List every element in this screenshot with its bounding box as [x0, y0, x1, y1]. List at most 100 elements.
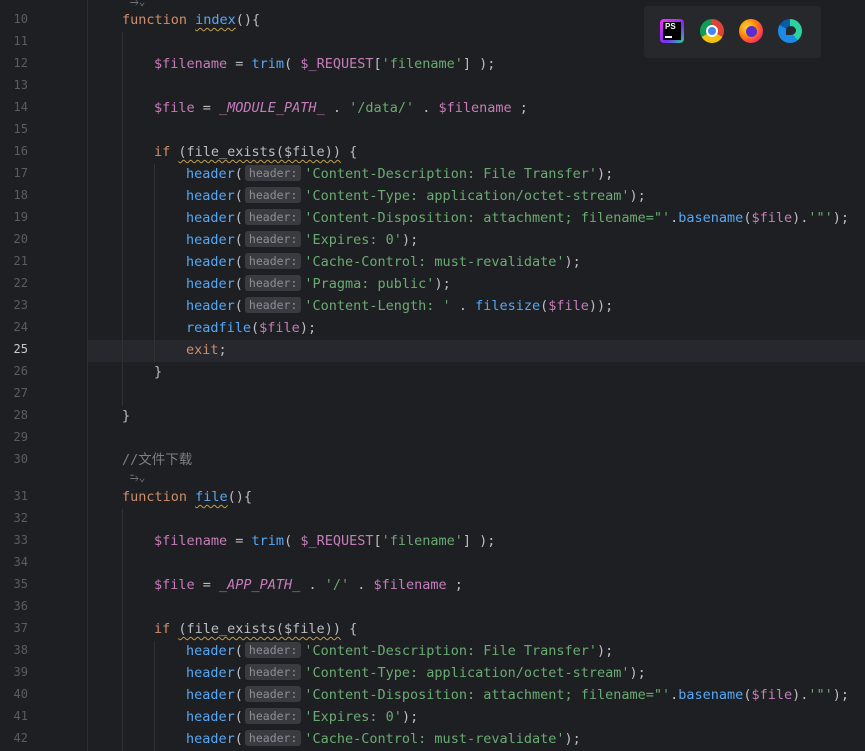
code-token: ( — [234, 709, 243, 725]
code-line[interactable]: function file(){ — [122, 486, 252, 508]
parameter-hint: header: — [244, 664, 302, 680]
code-line[interactable]: exit; — [186, 339, 227, 361]
code-token: header — [186, 232, 235, 248]
code-token: header — [186, 731, 235, 747]
code-token: = — [194, 577, 220, 593]
code-token: $_REQUEST — [300, 56, 374, 72]
line-number: 30 — [13, 452, 28, 466]
gutter-separator — [87, 0, 88, 751]
code-token: ( — [251, 320, 260, 336]
line-number: 42 — [13, 731, 28, 745]
code-lens-icon[interactable]: ⥲⌄ — [130, 472, 145, 484]
line-number: 39 — [13, 665, 28, 679]
code-token: 'Pragma: public' — [304, 276, 435, 292]
code-token: 'Content-Type: application/octet-stream' — [304, 665, 630, 681]
code-line[interactable]: header(header: 'Content-Description: File… — [186, 163, 613, 185]
code-line[interactable]: function index(){ — [122, 9, 260, 31]
code-line[interactable]: header(header: 'Cache-Control: must-reval… — [186, 251, 581, 273]
code-token: $file — [548, 298, 589, 314]
code-token: } — [154, 364, 163, 380]
code-token: ; — [446, 577, 463, 593]
code-token: $_REQUEST — [300, 533, 374, 549]
parameter-hint: header: — [244, 231, 302, 247]
line-number: 31 — [13, 489, 28, 503]
parameter-hint: header: — [244, 708, 302, 724]
indent-guide — [154, 164, 155, 362]
code-token: ( — [234, 665, 243, 681]
code-line[interactable]: header(header: 'Content-Type: application… — [186, 185, 646, 207]
code-line[interactable]: header(header: 'Content-Disposition: atta… — [186, 684, 849, 706]
edge-icon[interactable] — [778, 19, 802, 43]
code-line[interactable]: readfile($file); — [186, 317, 316, 339]
code-token: ( — [234, 166, 243, 182]
line-number: 27 — [13, 386, 28, 400]
code-token: . — [300, 577, 325, 593]
open-in-browser-bar: PS — [644, 6, 821, 58]
code-lens-icon[interactable]: ⥲⌄ — [130, 0, 145, 8]
line-number: 24 — [13, 320, 28, 334]
code-line[interactable]: header(header: 'Pragma: public'); — [186, 273, 451, 295]
code-token: _MODULE_PATH_ — [219, 100, 325, 116]
parameter-hint: header: — [244, 187, 302, 203]
code-token: $file — [259, 320, 300, 336]
code-token: file — [195, 489, 228, 505]
code-token: = — [227, 533, 252, 549]
code-line[interactable]: $file = _MODULE_PATH_ . '/data/' . $file… — [154, 97, 528, 119]
code-line[interactable]: header(header: 'Expires: 0'); — [186, 706, 418, 728]
phpstorm-icon[interactable]: PS — [660, 19, 684, 43]
code-line[interactable]: $filename = trim( $_REQUEST['filename'] … — [154, 530, 495, 552]
code-line[interactable]: $filename = trim( $_REQUEST['filename'] … — [154, 53, 495, 75]
code-token: ). — [792, 210, 809, 226]
code-token: header — [186, 665, 235, 681]
line-number: 40 — [13, 687, 28, 701]
firefox-icon[interactable] — [739, 19, 763, 43]
code-line[interactable]: header(header: 'Content-Disposition: atta… — [186, 207, 849, 229]
code-line[interactable]: header(header: 'Content-Description: File… — [186, 640, 613, 662]
code-token: if — [154, 144, 179, 160]
code-token: exit — [186, 342, 219, 358]
code-token: header — [186, 254, 235, 270]
code-token: 'Cache-Control: must-revalidate' — [304, 254, 565, 270]
code-token: $filename — [373, 577, 447, 593]
code-token: $file — [154, 577, 195, 593]
code-token: 'Content-Disposition: attachment; filena… — [304, 687, 671, 703]
code-token: [ — [373, 533, 382, 549]
parameter-hint: header: — [244, 275, 302, 291]
code-token: ); — [299, 320, 317, 336]
line-number: 14 — [13, 100, 28, 114]
code-line[interactable]: if (file_exists($file)) { — [154, 141, 357, 163]
code-token: ( — [234, 210, 243, 226]
code-token: ); — [629, 188, 646, 204]
parameter-hint: header: — [244, 297, 302, 313]
code-token: $file — [751, 687, 793, 703]
code-line[interactable]: header(header: 'Content-Length: ' . files… — [186, 295, 613, 317]
parameter-hint: header: — [244, 165, 302, 181]
code-token: ( — [284, 533, 301, 549]
line-number: 11 — [13, 34, 28, 48]
code-token: 'Expires: 0' — [304, 232, 402, 248]
code-token: ] ); — [462, 533, 496, 549]
code-token: trim — [251, 56, 285, 72]
code-token: 'filename' — [381, 56, 463, 72]
code-line[interactable]: //文件下载 — [122, 449, 192, 471]
indent-guide — [154, 641, 155, 751]
code-line[interactable]: } — [154, 361, 162, 383]
code-token: ). — [792, 687, 809, 703]
code-line[interactable]: $file = _APP_PATH_ . '/' . $filename ; — [154, 574, 463, 596]
code-line[interactable]: header(header: 'Expires: 0'); — [186, 229, 418, 251]
code-token: readfile — [186, 320, 252, 336]
code-token: ( — [234, 687, 243, 703]
code-token: . — [450, 298, 476, 314]
code-token: ); — [629, 665, 646, 681]
code-token: ( — [234, 232, 243, 248]
line-number: 36 — [13, 599, 28, 613]
code-line[interactable]: header(header: 'Content-Type: application… — [186, 662, 646, 684]
code-token: basename — [678, 687, 744, 703]
line-number: 19 — [13, 210, 28, 224]
code-line[interactable]: if (file_exists($file)) { — [154, 618, 357, 640]
code-token: if — [154, 621, 179, 637]
code-line[interactable]: header(header: 'Cache-Control: must-reval… — [186, 728, 581, 750]
code-line[interactable]: } — [122, 405, 130, 427]
chrome-icon[interactable] — [700, 19, 724, 43]
indent-guide — [122, 32, 123, 406]
